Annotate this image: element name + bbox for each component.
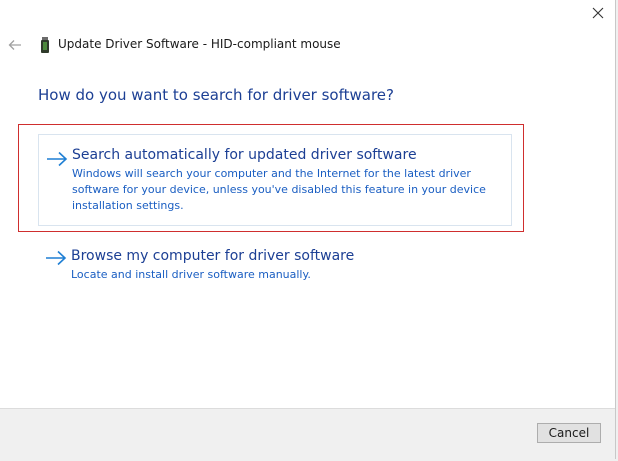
back-arrow-icon	[8, 40, 21, 50]
option-description: Windows will search your computer and th…	[72, 167, 486, 212]
option-title: Browse my computer for driver software	[71, 248, 355, 264]
back-button[interactable]	[6, 36, 24, 54]
cancel-button[interactable]: Cancel	[537, 423, 601, 443]
close-icon	[592, 7, 604, 19]
close-button[interactable]	[584, 2, 612, 24]
update-driver-dialog: Update Driver Software - HID-compliant m…	[0, 0, 616, 459]
arrow-right-icon	[47, 151, 68, 167]
dialog-title: Update Driver Software - HID-compliant m…	[58, 37, 341, 51]
browse-computer-option[interactable]: Browse my computer for driver software L…	[38, 240, 512, 290]
option-title: Search automatically for updated driver …	[72, 147, 417, 163]
option-description: Locate and install driver software manua…	[71, 268, 311, 281]
page-heading: How do you want to search for driver sof…	[38, 86, 394, 104]
arrow-right-icon	[46, 250, 67, 266]
usb-device-icon	[41, 37, 49, 53]
dialog-footer: Cancel	[0, 408, 615, 459]
search-automatically-option[interactable]: Search automatically for updated driver …	[38, 134, 512, 226]
